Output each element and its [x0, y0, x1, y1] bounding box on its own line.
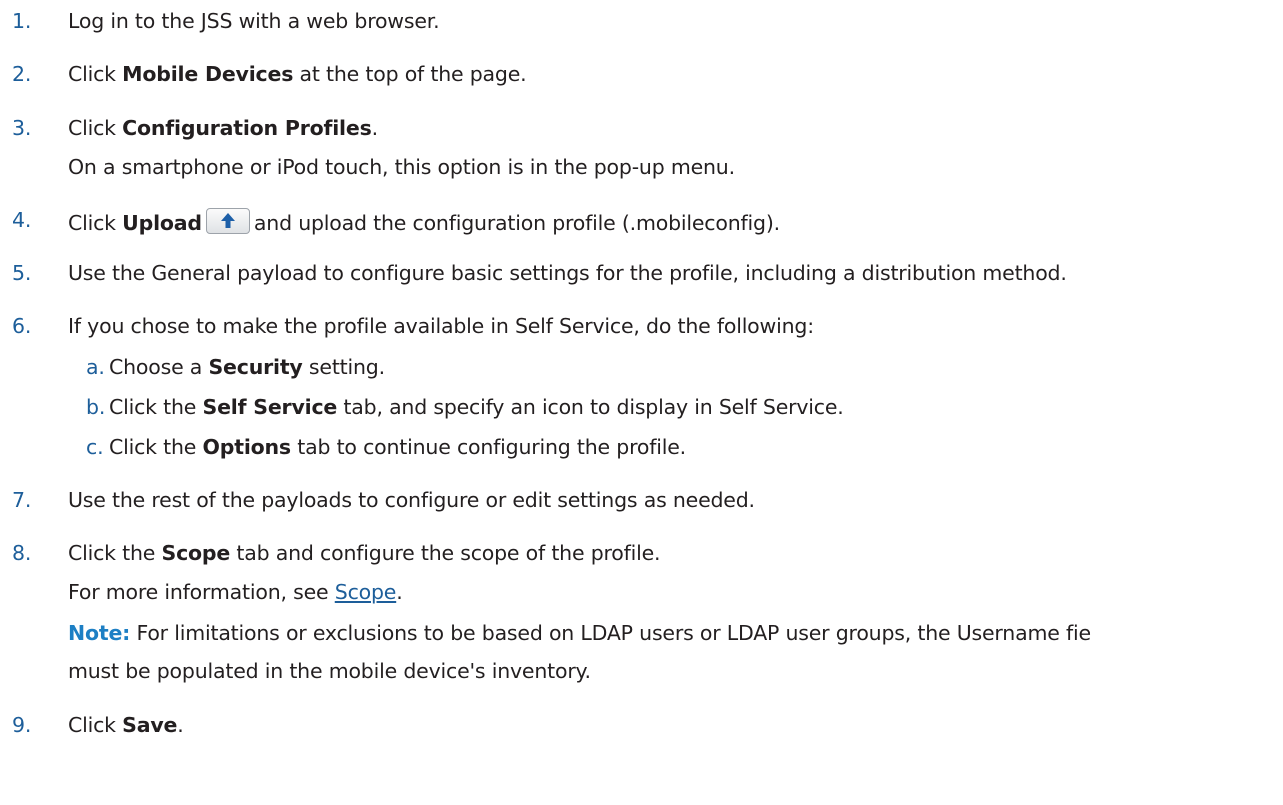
- step-2-bold: Mobile Devices: [122, 62, 294, 86]
- step-number-6: 6.: [12, 314, 32, 338]
- substep-a-pre: Choose a: [109, 355, 209, 379]
- step-number-9: 9.: [12, 713, 32, 737]
- substep-letter-b: b.: [86, 395, 106, 419]
- step-4-text: Click Upload and upload the configuration…: [68, 208, 780, 235]
- substep-a-post: setting.: [302, 355, 385, 379]
- step-8-pre: Click the: [68, 541, 162, 565]
- step-number-5: 5.: [12, 261, 32, 285]
- substep-a-text: Choose a Security setting.: [109, 355, 385, 379]
- step-8-post: tab and configure the scope of the profi…: [230, 541, 661, 565]
- step-number-2: 2.: [12, 62, 32, 86]
- substep-b-text: Click the Self Service tab, and specify …: [109, 395, 844, 419]
- step-8-note-continued: must be populated in the mobile device's…: [68, 659, 591, 683]
- substep-b-pre: Click the: [109, 395, 203, 419]
- step-9-bold: Save: [122, 713, 178, 737]
- substep-a-bold: Security: [208, 355, 303, 379]
- step-4-pre: Click: [68, 211, 123, 235]
- step-9-post: .: [177, 713, 184, 737]
- substep-c-post: tab to continue configuring the profile.: [290, 435, 686, 459]
- procedure-document: 1. Log in to the JSS with a web browser.…: [0, 0, 1283, 805]
- step-number-8: 8.: [12, 541, 32, 565]
- step-9-pre: Click: [68, 713, 123, 737]
- step-4-bold: Upload: [122, 211, 202, 235]
- step-number-4: 4.: [12, 208, 32, 232]
- substep-c-bold: Options: [202, 435, 292, 459]
- substep-c-pre: Click the: [109, 435, 203, 459]
- step-3-detail: On a smartphone or iPod touch, this opti…: [68, 155, 735, 179]
- step-8-text: Click the Scope tab and configure the sc…: [68, 541, 661, 565]
- upload-arrow-icon: [220, 213, 235, 228]
- substep-letter-a: a.: [86, 355, 105, 379]
- scope-link[interactable]: Scope: [335, 580, 397, 604]
- step-8-detail: For more information, see Scope.: [68, 580, 403, 604]
- step-5-text: Use the General payload to configure bas…: [68, 261, 1067, 285]
- step-7-text: Use the rest of the payloads to configur…: [68, 488, 755, 512]
- step-3-bold: Configuration Profiles: [122, 116, 372, 140]
- note-label: Note:: [68, 621, 131, 645]
- step-6-text: If you chose to make the profile availab…: [68, 314, 814, 338]
- substep-c-text: Click the Options tab to continue config…: [109, 435, 686, 459]
- step-number-7: 7.: [12, 488, 32, 512]
- step-number-3: 3.: [12, 116, 32, 140]
- substep-b-post: tab, and specify an icon to display in S…: [337, 395, 844, 419]
- step-2-pre: Click: [68, 62, 123, 86]
- step-8-bold: Scope: [161, 541, 231, 565]
- substep-b-bold: Self Service: [202, 395, 338, 419]
- step-8-detail-post: .: [396, 580, 403, 604]
- step-number-1: 1.: [12, 9, 32, 33]
- step-3-post: .: [371, 116, 379, 140]
- step-9-text: Click Save.: [68, 713, 184, 737]
- step-3-pre: Click: [68, 116, 123, 140]
- step-4-post: and upload the configuration profile (.m…: [253, 211, 780, 235]
- step-1-text: Log in to the JSS with a web browser.: [68, 9, 440, 33]
- note-text: For limitations or exclusions to be base…: [130, 621, 1091, 645]
- step-3-text: Click Configuration Profiles.: [68, 116, 378, 140]
- upload-button[interactable]: [205, 208, 250, 234]
- step-8-detail-pre: For more information, see: [68, 580, 335, 604]
- step-2-text: Click Mobile Devices at the top of the p…: [68, 62, 527, 86]
- step-2-post: at the top of the page.: [293, 62, 527, 86]
- substep-letter-c: c.: [86, 435, 104, 459]
- step-8-note: Note: For limitations or exclusions to b…: [68, 621, 1091, 645]
